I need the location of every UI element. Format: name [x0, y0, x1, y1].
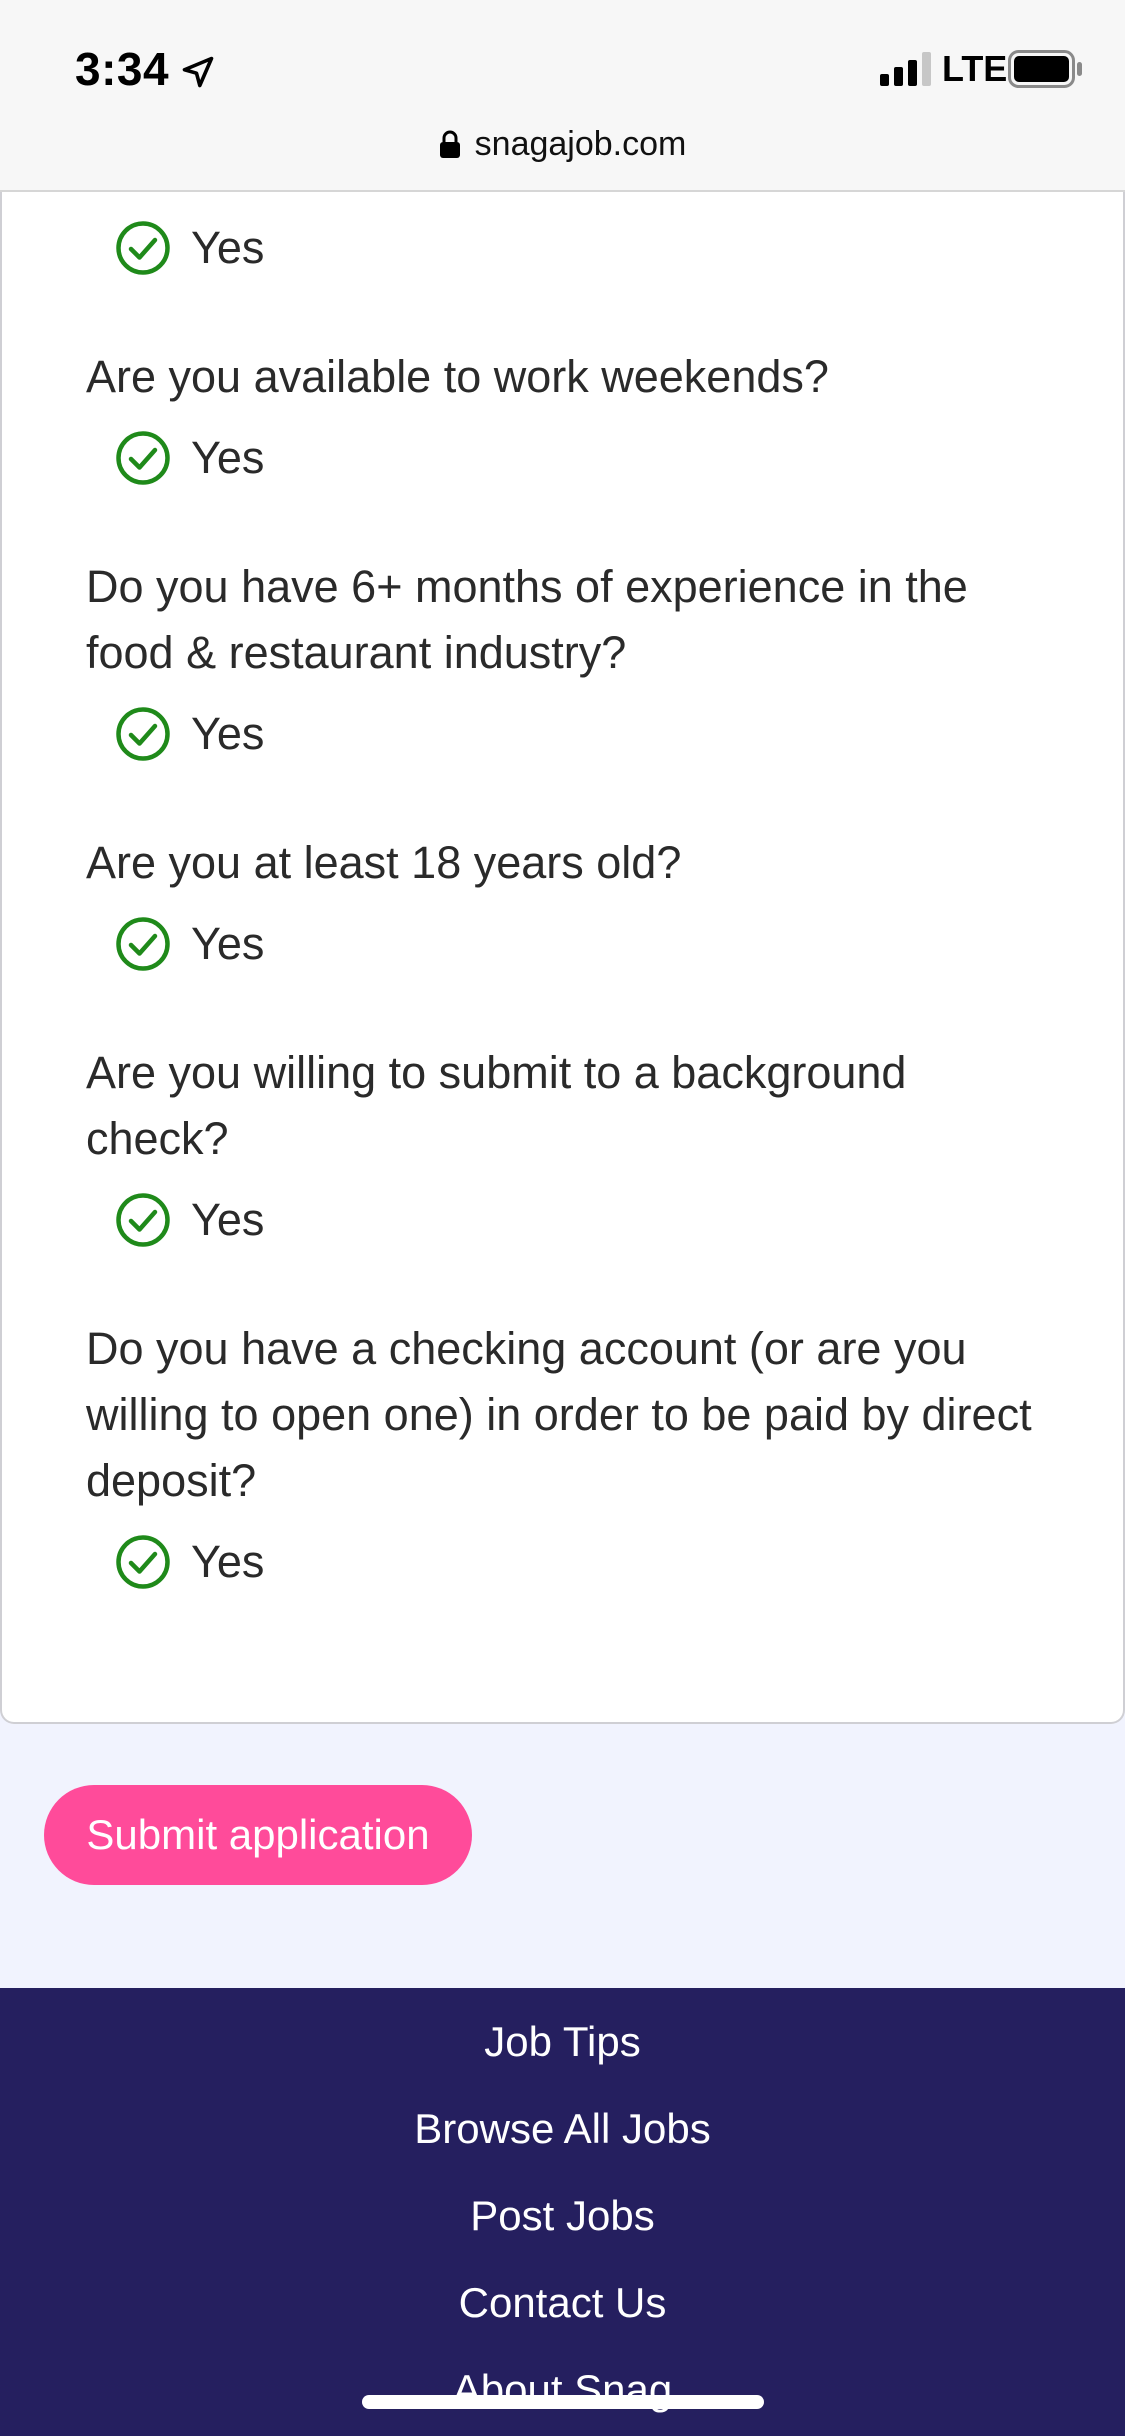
check-circle-icon — [116, 221, 170, 275]
home-indicator — [362, 2395, 764, 2409]
answer-row: Yes — [115, 1192, 264, 1248]
question-text: Are you at least 18 years old? — [86, 837, 682, 888]
footer-link-job-tips[interactable]: Job Tips — [0, 2018, 1125, 2066]
answer-row: Yes — [115, 706, 264, 762]
battery-icon — [1008, 50, 1082, 88]
location-arrow-icon — [182, 56, 214, 88]
site-footer: Job Tips Browse All Jobs Post Jobs Conta… — [0, 1988, 1125, 2436]
footer-link-post-jobs[interactable]: Post Jobs — [0, 2192, 1125, 2240]
carrier-label: LTE — [942, 48, 1008, 89]
check-circle-icon — [116, 707, 170, 761]
answer-text: Yes — [191, 432, 265, 483]
answer-row: Yes — [115, 220, 264, 276]
url-text: snagajob.com — [474, 124, 687, 163]
signal-icon — [880, 52, 931, 86]
lock-icon — [439, 130, 460, 158]
application-card: Yes Are you available to work weekends? … — [0, 192, 1125, 1724]
answer-text: Yes — [191, 1536, 265, 1587]
question-text: Are you available to work weekends? — [86, 351, 829, 402]
check-circle-icon — [116, 1193, 170, 1247]
answer-row: Yes — [115, 1534, 264, 1590]
answer-row: Yes — [115, 916, 264, 972]
answer-text: Yes — [191, 222, 265, 273]
submit-application-button[interactable]: Submit application — [44, 1785, 472, 1885]
footer-link-browse-all-jobs[interactable]: Browse All Jobs — [0, 2105, 1125, 2153]
question-text: Are you willing to submit to a backgroun… — [86, 1047, 907, 1164]
answer-text: Yes — [191, 1194, 265, 1245]
question-text: Do you have 6+ months of experience in t… — [86, 561, 968, 678]
clock: 3:34 — [75, 43, 170, 95]
footer-link-contact-us[interactable]: Contact Us — [0, 2279, 1125, 2327]
check-circle-icon — [116, 1535, 170, 1589]
address-bar[interactable]: snagajob.com — [0, 118, 1125, 170]
check-circle-icon — [116, 917, 170, 971]
answer-text: Yes — [191, 918, 265, 969]
answer-text: Yes — [191, 708, 265, 759]
check-circle-icon — [116, 431, 170, 485]
status-bar: 3:34 LTE snagajob.com — [0, 0, 1125, 192]
answer-row: Yes — [115, 430, 264, 486]
question-text: Do you have a checking account (or are y… — [86, 1323, 1032, 1506]
